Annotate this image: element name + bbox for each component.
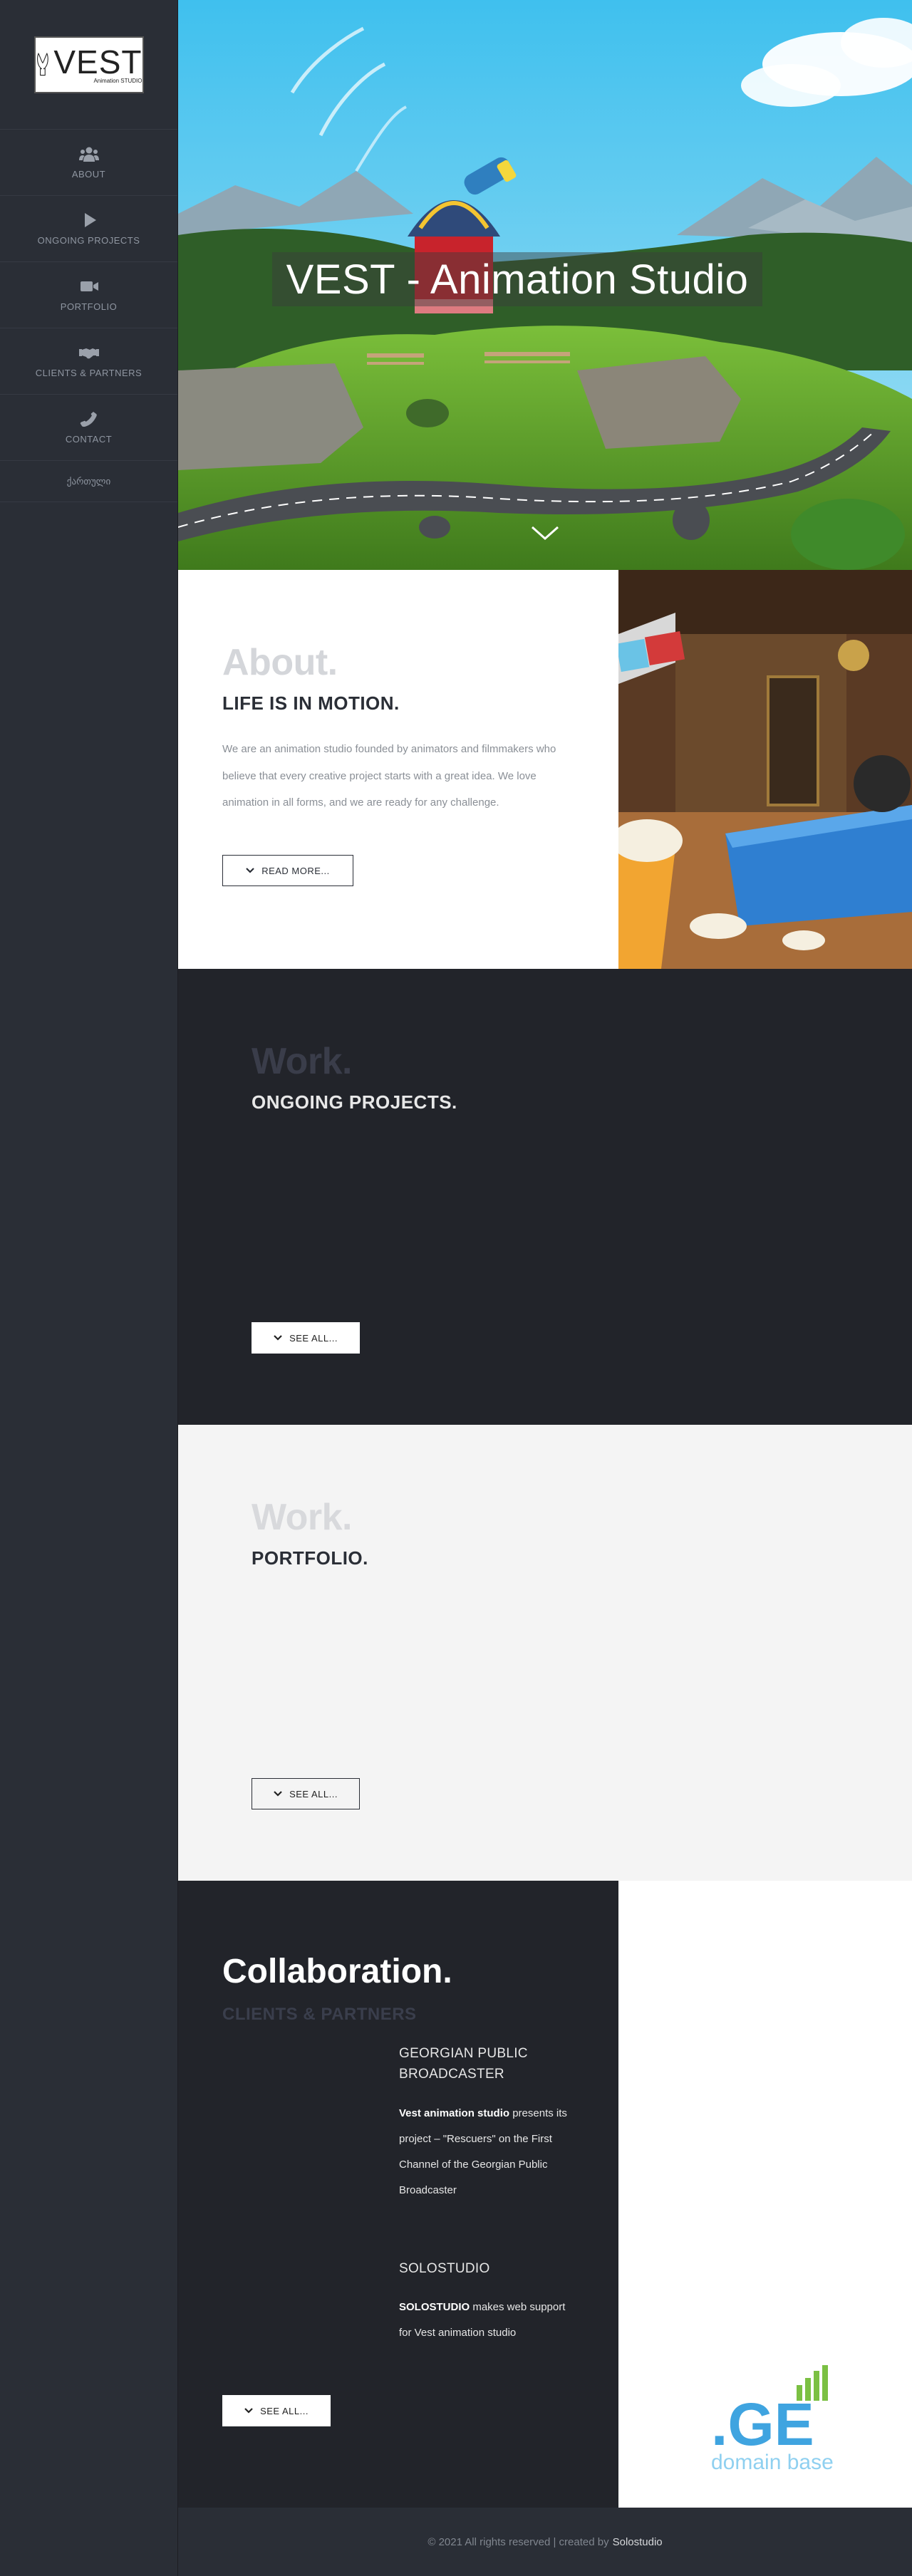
portfolio-section: Work. PORTFOLIO. SEE ALL...: [178, 1425, 912, 1881]
language-switch[interactable]: ქართული: [0, 461, 177, 502]
see-all-portfolio-label: SEE ALL...: [289, 1788, 338, 1799]
read-more-button[interactable]: READ MORE...: [222, 855, 353, 886]
hero-title: VEST - Animation Studio: [272, 252, 762, 306]
nav-item-clients-partners[interactable]: CLIENTS & PARTNERS: [0, 328, 177, 395]
logo-container: VEST Animation STUDIO: [0, 0, 177, 130]
see-all-ongoing-label: SEE ALL...: [289, 1332, 338, 1344]
logo-tagline: Animation STUDIO: [93, 77, 142, 84]
partner-name: GEORGIAN PUBLIC BROADCASTER: [399, 2046, 528, 2082]
about-subtitle: LIFE IS IN MOTION.: [222, 692, 400, 714]
chevron-down-icon: [274, 1335, 282, 1341]
nav-label-clients: CLIENTS & PARTNERS: [35, 367, 142, 378]
ge-domain-base-logo[interactable]: .GE domain base: [711, 2365, 854, 2472]
nav-item-ongoing-projects[interactable]: ONGOING PROJECTS: [0, 196, 177, 262]
nav-label-portfolio: PORTFOLIO: [60, 301, 118, 312]
video-camera-icon: [80, 281, 98, 291]
users-icon: [78, 147, 99, 162]
footer: © 2021 All rights reserved | created by …: [178, 2508, 912, 2576]
chevron-down-icon: [244, 2408, 253, 2414]
handshake-icon: [78, 348, 99, 358]
see-all-ongoing-button[interactable]: SEE ALL...: [252, 1322, 360, 1354]
about-illustration: [618, 570, 912, 969]
sidebar: VEST Animation STUDIO ABOUT ONGOING PROJ…: [0, 0, 178, 2576]
nav-label-ongoing: ONGOING PROJECTS: [37, 234, 140, 246]
portfolio-title: Work.: [252, 1497, 353, 1538]
phone-icon: [80, 411, 97, 427]
partner-description: Vest animation studio presents its proje…: [399, 2101, 577, 2203]
copyright-text: © 2021 All rights reserved | created by: [428, 2535, 609, 2548]
partner-desc-text: presents its project – "Rescuers" on the…: [399, 2107, 567, 2196]
about-title: About.: [222, 642, 338, 683]
ongoing-projects-section: Work. ONGOING PROJECTS. SEE ALL...: [178, 969, 912, 1425]
see-all-portfolio-button[interactable]: SEE ALL...: [252, 1778, 360, 1809]
nav-label-about: ABOUT: [71, 168, 106, 180]
chevron-down-icon[interactable]: [531, 524, 559, 541]
partner-bold: Vest animation studio: [399, 2107, 510, 2119]
partner-bold: SOLOSTUDIO: [399, 2301, 470, 2314]
about-section: About. LIFE IS IN MOTION. We are an anim…: [178, 570, 618, 969]
nav-item-about[interactable]: ABOUT: [0, 130, 177, 196]
partner-item: GEORGIAN PUBLIC BROADCASTER Vest animati…: [399, 2043, 577, 2203]
chevron-down-icon: [274, 1791, 282, 1797]
partner-item: SOLOSTUDIO SOLOSTUDIO makes web support …: [399, 2258, 577, 2346]
nav-item-contact[interactable]: CONTACT: [0, 395, 177, 461]
nav-label-contact: CONTACT: [65, 433, 113, 445]
ongoing-title: Work.: [252, 1041, 353, 1082]
partner-name: SOLOSTUDIO: [399, 2261, 490, 2276]
portfolio-subtitle: PORTFOLIO.: [252, 1547, 368, 1569]
about-text: We are an animation studio founded by an…: [222, 743, 556, 809]
nav-item-portfolio[interactable]: PORTFOLIO: [0, 262, 177, 328]
hero-section: VEST - Animation Studio: [178, 0, 912, 570]
see-all-partners-button[interactable]: SEE ALL...: [222, 2395, 331, 2426]
ge-logo-caption: domain base: [711, 2451, 834, 2472]
vest-logo[interactable]: VEST Animation STUDIO: [33, 36, 144, 93]
ongoing-subtitle: ONGOING PROJECTS.: [252, 1091, 457, 1113]
play-icon: [84, 212, 96, 227]
collaboration-subtitle: CLIENTS & PARTNERS: [222, 2005, 417, 2024]
logo-wordmark: VEST: [53, 43, 142, 80]
sponsor-panel: .GE domain base: [618, 1881, 912, 2508]
see-all-partners-label: SEE ALL...: [260, 2405, 309, 2416]
solostudio-link[interactable]: Solostudio: [613, 2536, 663, 2548]
rabbit-logo-icon: [36, 52, 48, 76]
chevron-down-icon: [246, 868, 254, 873]
partner-description: SOLOSTUDIO makes web support for Vest an…: [399, 2295, 577, 2346]
collaboration-title: Collaboration.: [222, 1953, 452, 1990]
ge-logo-main: .GE: [711, 2391, 814, 2458]
read-more-label: READ MORE...: [261, 865, 330, 876]
collaboration-section: Collaboration. CLIENTS & PARTNERS GEORGI…: [178, 1881, 618, 2508]
